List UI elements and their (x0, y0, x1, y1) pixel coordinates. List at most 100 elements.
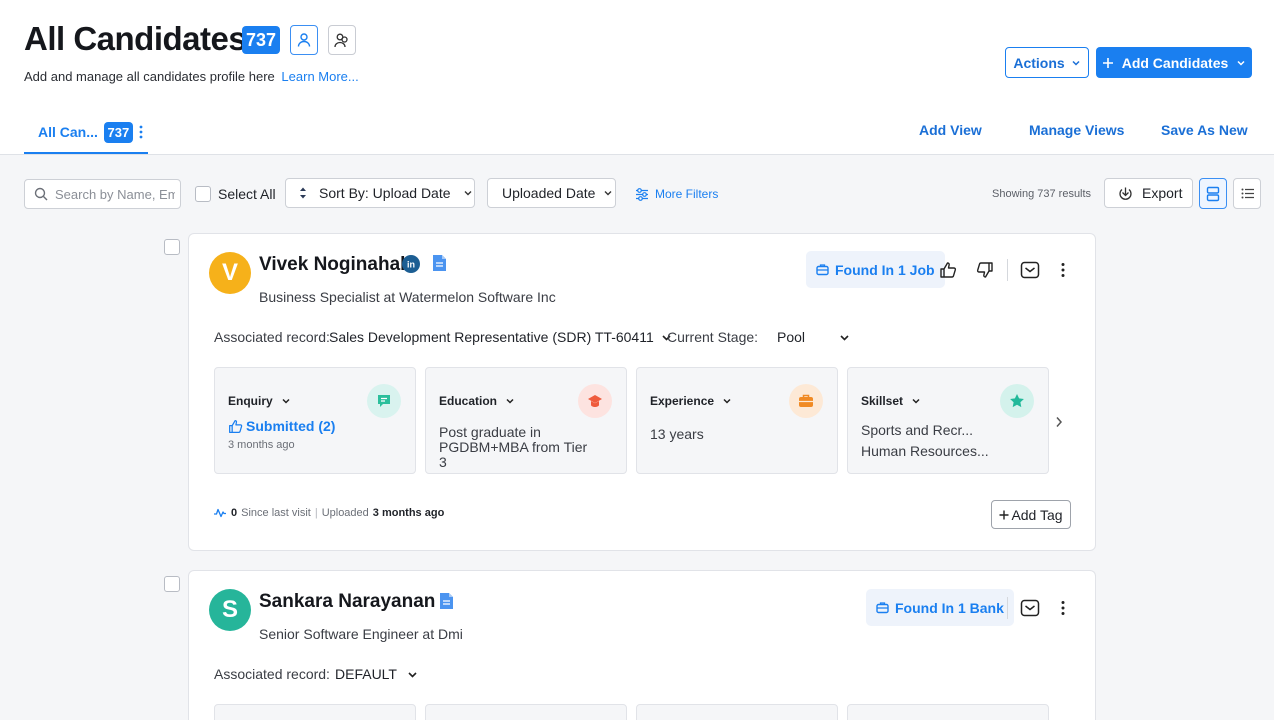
info-card[interactable] (214, 704, 416, 720)
found-in-label: Found In 1 Bank (895, 599, 1004, 616)
candidate-name[interactable]: Vivek Noginahal (259, 254, 405, 276)
skill-item: Human Resources... (861, 443, 989, 459)
group-icon (333, 32, 351, 48)
list-layout-toggle[interactable] (1233, 178, 1261, 209)
sliders-icon (635, 187, 649, 201)
skillset-title[interactable]: Skillset (861, 394, 921, 408)
current-stage-value: Pool (777, 329, 806, 345)
current-stage-dropdown[interactable]: Pool (777, 329, 850, 345)
chevron-down-icon (1236, 58, 1246, 68)
actions-button[interactable]: Actions (1005, 47, 1089, 78)
select-all-checkbox[interactable] (195, 186, 211, 202)
add-tag-button[interactable]: Add Tag (991, 500, 1071, 529)
found-in-button[interactable]: Found In 1 Job (806, 251, 945, 288)
chevron-down-icon (723, 398, 731, 404)
candidate-card[interactable]: S Sankara Narayanan Senior Software Engi… (188, 570, 1096, 720)
email-icon[interactable] (1020, 598, 1040, 618)
search-box[interactable] (24, 179, 181, 209)
candidate-role: Business Specialist at Watermelon Softwa… (259, 289, 556, 305)
person-icon (296, 32, 312, 48)
experience-card[interactable]: Experience 13 years (636, 367, 838, 474)
plus-icon (999, 510, 1009, 520)
info-card[interactable] (847, 704, 1049, 720)
separator: | (314, 507, 318, 519)
candidate-name[interactable]: Sankara Narayanan (259, 591, 435, 613)
person-view-toggle[interactable] (290, 25, 318, 55)
thumbs-up-icon (229, 419, 243, 433)
associated-record-dropdown[interactable]: Sales Development Representative (SDR) T… (329, 329, 672, 345)
svg-text:in: in (407, 260, 415, 270)
enquiry-title-text: Enquiry (228, 394, 273, 408)
email-icon[interactable] (1020, 260, 1040, 280)
search-input[interactable] (55, 186, 175, 202)
export-label: Export (1142, 185, 1183, 201)
add-view-link[interactable]: Add View (919, 122, 982, 138)
add-candidates-button[interactable]: Add Candidates (1096, 47, 1252, 78)
avatar: V (209, 252, 251, 294)
activity-icon (214, 508, 226, 518)
associated-record-label: Associated record: (214, 329, 330, 345)
actions-label: Actions (1013, 54, 1065, 71)
card-view-icon (1206, 186, 1220, 202)
divider (1007, 259, 1008, 281)
candidate-checkbox[interactable] (164, 576, 180, 592)
candidate-card[interactable]: V Vivek Noginahal in Business Specialist… (188, 233, 1096, 551)
add-tag-label: Add Tag (1011, 506, 1063, 523)
export-icon (1118, 186, 1133, 201)
education-card[interactable]: Education Post graduate in PGDBM+MBA fro… (425, 367, 627, 474)
resume-document-icon[interactable] (432, 254, 447, 272)
education-title[interactable]: Education (439, 394, 515, 408)
experience-title[interactable]: Experience (650, 394, 732, 408)
tab-all-candidates[interactable]: All Can... 737 (24, 112, 148, 154)
card-layout-toggle[interactable] (1199, 178, 1227, 209)
sort-dropdown[interactable]: Sort By: Upload Date (285, 178, 475, 208)
select-all-label[interactable]: Select All (218, 186, 276, 202)
associated-record-label: Associated record: (214, 666, 330, 682)
subtitle-text: Add and manage all candidates profile he… (24, 69, 275, 84)
plus-icon (1102, 57, 1114, 69)
sort-icon (299, 186, 307, 200)
uploaded-date-dropdown[interactable]: Uploaded Date (487, 178, 616, 208)
more-options-icon[interactable] (1061, 600, 1065, 616)
skillset-card[interactable]: Skillset Sports and Recr... Human Resour… (847, 367, 1049, 474)
avatar: S (209, 589, 251, 631)
since-label: Since last visit (241, 507, 311, 519)
current-stage-label: Current Stage: (667, 329, 759, 345)
more-filters-button[interactable]: More Filters (635, 187, 718, 201)
chevron-down-icon (506, 398, 514, 404)
chevron-down-icon (282, 398, 290, 404)
group-view-toggle[interactable] (328, 25, 356, 55)
thumbs-up-icon[interactable] (939, 261, 957, 279)
thumbs-down-icon[interactable] (976, 261, 994, 279)
chevron-down-icon (407, 669, 418, 680)
linkedin-icon[interactable]: in (402, 255, 420, 273)
associated-record-dropdown[interactable]: DEFAULT (335, 666, 418, 682)
export-button[interactable]: Export (1104, 178, 1193, 208)
enquiry-status-link[interactable]: Submitted (2) (228, 418, 335, 434)
associated-record-value: Sales Development Representative (SDR) T… (329, 329, 654, 345)
experience-value: 13 years (650, 426, 704, 442)
kebab-menu-icon[interactable] (139, 125, 143, 139)
more-options-icon[interactable] (1061, 262, 1065, 278)
chevron-down-icon (912, 398, 920, 404)
list-view-icon (1241, 188, 1254, 199)
tab-label: All Can... (38, 124, 98, 140)
info-card[interactable] (425, 704, 627, 720)
save-as-new-link[interactable]: Save As New (1161, 122, 1248, 138)
enquiry-status: Submitted (2) (246, 418, 336, 434)
activity-summary: 0 Since last visit | Uploaded 3 months a… (213, 507, 444, 519)
add-candidates-label: Add Candidates (1121, 54, 1229, 71)
info-card[interactable] (636, 704, 838, 720)
resume-document-icon[interactable] (439, 592, 454, 610)
chevron-right-icon[interactable] (1055, 416, 1063, 428)
enquiry-card[interactable]: Enquiry Submitted (2) 3 months ago (214, 367, 416, 474)
date-filter-label: Uploaded Date (502, 185, 596, 201)
learn-more-link[interactable]: Learn More... (281, 69, 358, 84)
chevron-down-icon (603, 188, 613, 198)
enquiry-title[interactable]: Enquiry (228, 394, 291, 408)
sort-label: Sort By: Upload Date (319, 185, 451, 201)
education-title-text: Education (439, 394, 498, 408)
found-in-button[interactable]: Found In 1 Bank (866, 589, 1014, 626)
manage-views-link[interactable]: Manage Views (1029, 122, 1124, 138)
candidate-checkbox[interactable] (164, 239, 180, 255)
